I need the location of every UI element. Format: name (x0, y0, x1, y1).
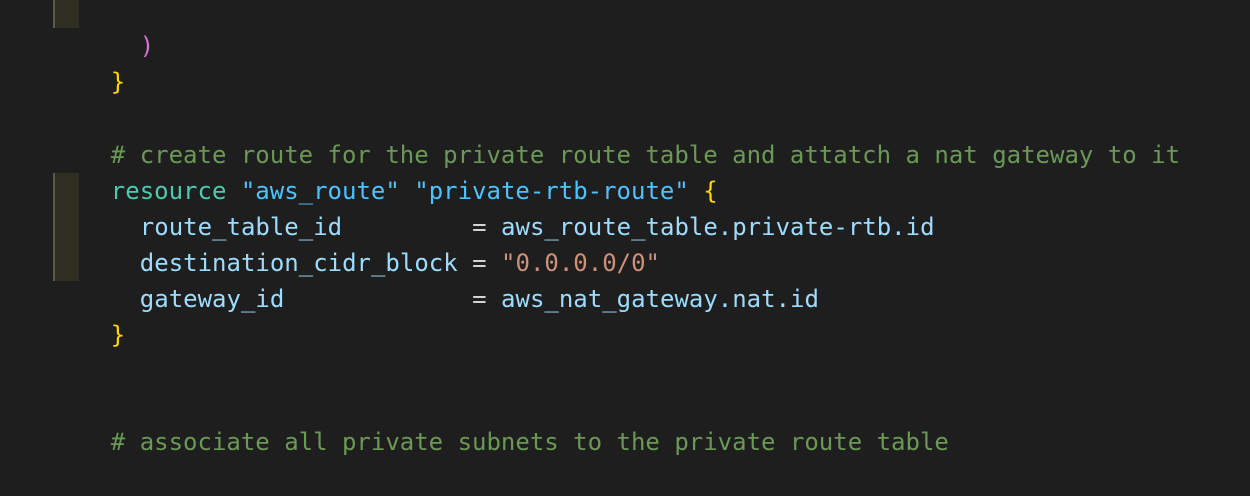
indent-guide (53, 209, 79, 245)
code-comment: # associate all private subnets to the p… (110, 428, 949, 456)
brace-close: } (110, 321, 126, 349)
indent-guide (53, 245, 79, 281)
code-line[interactable]: route_table_id = aws_route_table.private… (82, 173, 935, 241)
code-line[interactable]: destination_cidr_block = "0.0.0.0/0" (82, 209, 660, 277)
code-line[interactable]: # create route for the private route tab… (53, 101, 1180, 169)
code-line[interactable]: resource "aws_route" "private-rtb-route"… (53, 137, 718, 205)
code-editor[interactable]: ) } # create route for the private route… (0, 0, 1250, 456)
code-line[interactable]: gateway_id = aws_nat_gateway.nat.id (82, 245, 819, 313)
code-line[interactable]: # associate all private subnets to the p… (53, 388, 949, 456)
attribute-value: aws_nat_gateway.nat.id (501, 285, 819, 313)
code-line[interactable]: } (53, 281, 125, 349)
attribute-name: gateway_id (139, 285, 285, 313)
code-line[interactable]: ) (82, 0, 154, 60)
indent-guide (53, 0, 79, 28)
brace-close: } (110, 68, 126, 96)
paren-close: ) (139, 32, 155, 60)
indent-guide (53, 173, 79, 209)
assign-operator: = (472, 285, 487, 313)
code-line[interactable]: } (53, 28, 125, 96)
